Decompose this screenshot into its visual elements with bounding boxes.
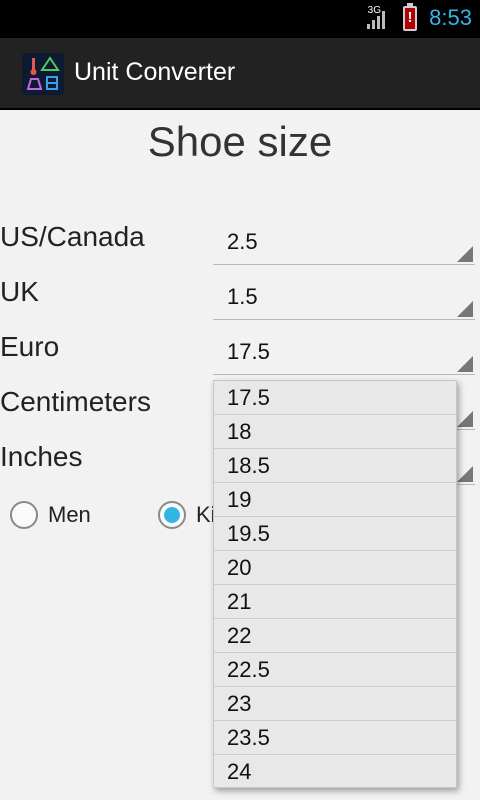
euro-label: Euro xyxy=(0,331,60,362)
euro-dropdown-list: 17.5 18 18.5 19 19.5 20 21 22 22.5 23 23… xyxy=(213,380,457,788)
dropdown-item[interactable]: 19.5 xyxy=(214,517,456,551)
battery-alert-mark: ! xyxy=(407,9,413,26)
battery-alert-icon: ! xyxy=(403,3,417,31)
men-radio-label[interactable]: Men xyxy=(48,502,91,528)
uk-label: UK xyxy=(0,276,39,307)
spinner-arrow-icon xyxy=(457,356,473,372)
signal-icon xyxy=(367,11,385,29)
men-radio[interactable] xyxy=(10,501,38,529)
euro-spinner[interactable]: 17.5 xyxy=(213,327,475,375)
us-canada-label: US/Canada xyxy=(0,221,145,252)
dropdown-item[interactable]: 22 xyxy=(214,619,456,653)
inches-label: Inches xyxy=(0,441,83,472)
status-time: 8:53 xyxy=(429,5,472,30)
uk-value: 1.5 xyxy=(227,284,258,309)
unit-converter-app-icon[interactable] xyxy=(22,53,64,95)
dropdown-item[interactable]: 21 xyxy=(214,585,456,619)
centimeters-label: Centimeters xyxy=(0,386,151,417)
action-bar: Unit Converter xyxy=(0,38,480,110)
dropdown-item[interactable]: 23 xyxy=(214,687,456,721)
us-canada-value: 2.5 xyxy=(227,229,258,254)
spinner-arrow-icon xyxy=(457,301,473,317)
uk-spinner[interactable]: 1.5 xyxy=(213,272,475,320)
spinner-arrow-icon xyxy=(457,466,473,482)
dropdown-item[interactable]: 18 xyxy=(214,415,456,449)
kids-radio[interactable] xyxy=(158,501,186,529)
dropdown-item[interactable]: 17.5 xyxy=(214,381,456,415)
us-canada-spinner[interactable]: 2.5 xyxy=(213,217,475,265)
page-title: Shoe size xyxy=(147,118,333,165)
status-bar: 3G ! 8:53 xyxy=(0,0,480,38)
dropdown-item[interactable]: 20 xyxy=(214,551,456,585)
dropdown-item[interactable]: 18.5 xyxy=(214,449,456,483)
dropdown-item[interactable]: 23.5 xyxy=(214,721,456,755)
spinner-arrow-icon xyxy=(457,411,473,427)
dropdown-item[interactable]: 19 xyxy=(214,483,456,517)
euro-value: 17.5 xyxy=(227,339,270,364)
dropdown-item[interactable]: 24 xyxy=(214,755,456,787)
spinner-arrow-icon xyxy=(457,246,473,262)
app-title: Unit Converter xyxy=(74,58,236,86)
dropdown-item[interactable]: 22.5 xyxy=(214,653,456,687)
